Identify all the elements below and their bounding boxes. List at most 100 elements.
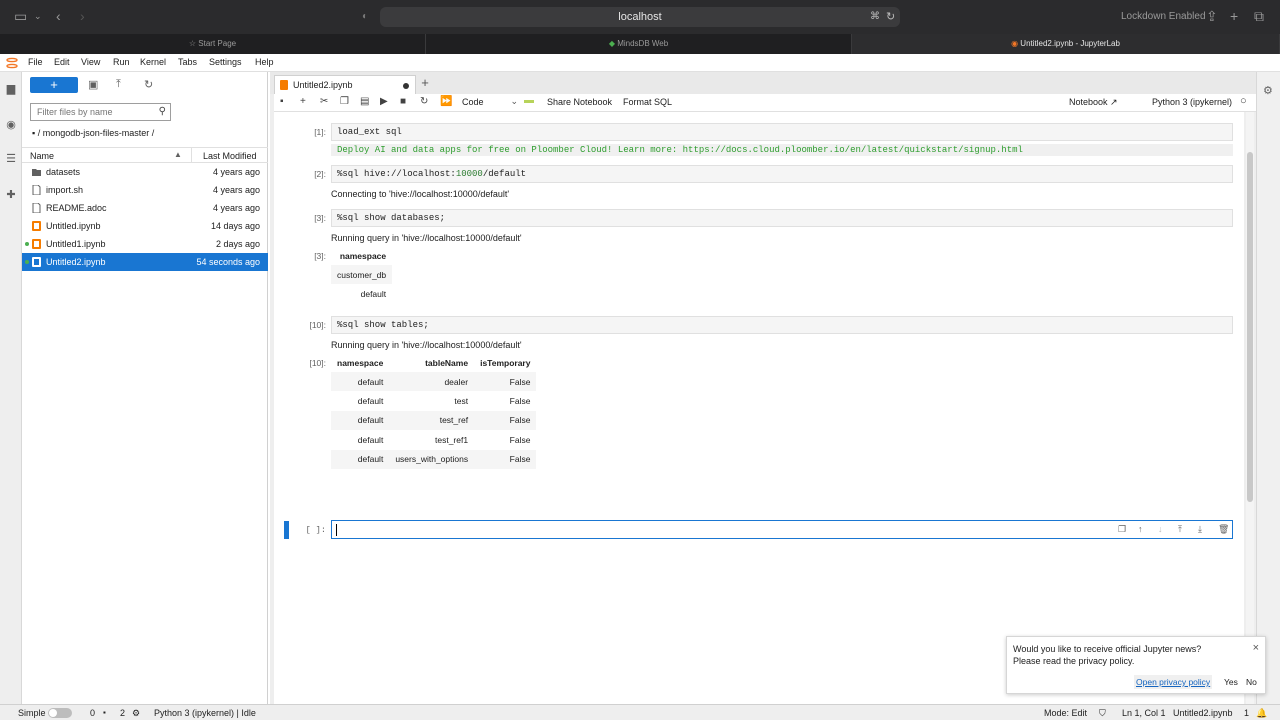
cut-icon[interactable]: ✂ [320,96,328,107]
browser-tab-mindsdb[interactable]: ◆ MindsDB Web [426,34,852,54]
menu-settings[interactable]: Settings [209,57,242,67]
menu-tabs[interactable]: Tabs [178,57,197,67]
format-sql-button[interactable]: Format SQL [623,97,672,107]
table-row: default test_ref1 False [357,434,531,445]
move-down-icon[interactable]: ↓ [1158,524,1163,534]
cursor-position[interactable]: Ln 1, Col 1 [1122,708,1166,718]
table-row: default dealer False [331,372,537,392]
kernel-name-button[interactable]: Python 3 (ipykernel) [1152,97,1232,107]
restart-icon[interactable]: ↻ [420,96,428,107]
delete-cell-icon[interactable]: 🗑 [1218,524,1229,535]
simple-mode-toggle[interactable] [48,708,72,718]
forward-icon[interactable]: › [80,8,85,24]
sidebar-toggle-icon[interactable]: ▭ [14,8,27,25]
run-icon[interactable]: ▶ [380,96,388,107]
new-folder-icon[interactable]: ▣ [88,78,98,91]
notebook-icon [32,221,41,231]
no-button[interactable]: No [1243,675,1260,689]
input-prompt: [ ]: [305,525,326,535]
close-icon[interactable]: × [1253,642,1259,654]
file-row-import-sh[interactable]: import.sh 4 years ago [22,181,268,199]
refresh-icon[interactable]: ↻ [144,78,153,91]
file-row-untitled2[interactable]: Untitled2.ipynb 54 seconds ago [22,253,268,271]
tab-overview-icon[interactable]: ⧉ [1254,8,1264,25]
folder-icon [32,169,41,176]
address-bar[interactable]: ◐ localhost ⌘ ↻ [362,7,900,27]
file-row-readme[interactable]: README.adoc 4 years ago [22,199,268,217]
notebook-icon [280,80,288,90]
scrollbar-thumb[interactable] [1247,152,1253,502]
notebook-icon [32,239,41,249]
new-launcher-button[interactable]: + [30,77,78,93]
kernel-status[interactable]: Python 3 (ipykernel) | Idle [154,708,256,718]
property-inspector-icon[interactable]: ⚙ [1263,84,1273,97]
code-cell-input[interactable]: load_ext sql [331,123,1233,141]
running-indicator-icon [25,242,29,246]
extensions-icon[interactable]: ✚ [4,188,18,202]
share-icon[interactable]: ⇪ [1206,8,1218,25]
reload-icon[interactable]: ↻ [886,7,895,27]
browser-tab-start-page[interactable]: ☆ Start Page [0,34,426,54]
file-row-datasets[interactable]: datasets 4 years ago [22,163,268,181]
new-tab-icon[interactable]: + [1230,8,1238,24]
privacy-report-icon[interactable]: ◐ [362,7,368,27]
copy-icon[interactable]: ❐ [340,96,349,107]
terminal-count[interactable]: 0 [90,708,95,718]
tab-untitled2[interactable]: Untitled2.ipynb [274,75,416,94]
column-last-modified[interactable]: Last Modified [203,151,257,161]
upload-icon[interactable]: ⤒ [116,78,121,91]
active-code-cell-input[interactable]: ❐ ↑ ↓ ⤒ ⤓ 🗑 [331,520,1233,539]
back-icon[interactable]: ‹ [56,8,61,24]
sort-ascending-icon[interactable]: ▲ [174,150,182,159]
folder-icon[interactable]: ▆ [4,82,18,96]
code-cell-input[interactable]: %sql show tables; [331,316,1233,334]
chevron-down-icon[interactable]: ⌄ [34,11,42,22]
add-tab-button[interactable]: + [418,75,432,91]
duplicate-cell-icon[interactable]: ❐ [1118,524,1126,535]
browser-tab-jupyterlab[interactable]: ◉ Untitled2.ipynb - JupyterLab [852,34,1280,54]
filter-files-input[interactable]: Filter files by name ⚲ [30,103,171,121]
unsaved-indicator-icon[interactable] [403,83,409,89]
insert-below-icon[interactable]: ⤓ [1198,524,1202,535]
share-notebook-button[interactable]: Share Notebook [547,97,612,107]
jupyter-logo-icon: ◉ [1011,39,1019,48]
table-row: default test False [357,396,531,407]
notification-count[interactable]: 1 [1244,708,1249,718]
code-cell-input[interactable]: %sql show databases; [331,209,1233,227]
kernel-count[interactable]: 2 [120,708,125,718]
yes-button[interactable]: Yes [1221,675,1241,689]
text-cursor [336,524,337,536]
file-row-untitled1[interactable]: Untitled1.ipynb 2 days ago [22,235,268,253]
status-bar: Simple 0 ▪ 2 ⚙ Python 3 (ipykernel) | Id… [0,704,1280,720]
translate-icon[interactable]: ⌘ [870,7,880,27]
move-up-icon[interactable]: ↑ [1138,524,1143,534]
chevron-down-icon: ⌄ [510,96,518,106]
open-notebook-view-button[interactable]: Notebook ↗ [1069,97,1118,108]
notebook-scrollbar[interactable] [1246,112,1254,704]
insert-cell-icon[interactable]: + [300,96,306,107]
paste-icon[interactable]: ▤ [360,96,369,107]
open-privacy-policy-button[interactable]: Open privacy policy [1134,675,1213,689]
file-row-untitled[interactable]: Untitled.ipynb 14 days ago [22,217,268,235]
menu-kernel[interactable]: Kernel [140,57,166,67]
column-name[interactable]: Name [30,151,54,161]
running-kernels-icon[interactable]: ◉ [4,118,18,132]
stop-icon[interactable]: ■ [400,96,406,107]
breadcrumb[interactable]: ▪ / mongodb-json-files-master / [32,128,154,138]
bell-icon[interactable]: 🔔 [1256,708,1267,719]
save-icon[interactable]: ▪ [280,96,284,107]
cell-type-select[interactable]: Code ⌄ [462,96,518,107]
menu-run[interactable]: Run [113,57,130,67]
menu-view[interactable]: View [81,57,100,67]
table-row: default [360,289,387,300]
table-of-contents-icon[interactable]: ☰ [4,152,18,166]
menu-help[interactable]: Help [255,57,274,67]
status-filename: Untitled2.ipynb [1173,708,1233,718]
insert-above-icon[interactable]: ⤒ [1178,524,1182,535]
run-all-icon[interactable]: ⏩ [440,96,452,107]
menu-file[interactable]: File [28,57,43,67]
input-prompt: [3]: [314,213,326,223]
code-cell-input[interactable]: %sql hive://localhost:10000/default [331,165,1233,183]
simple-mode-label: Simple [18,708,46,718]
menu-edit[interactable]: Edit [54,57,70,67]
